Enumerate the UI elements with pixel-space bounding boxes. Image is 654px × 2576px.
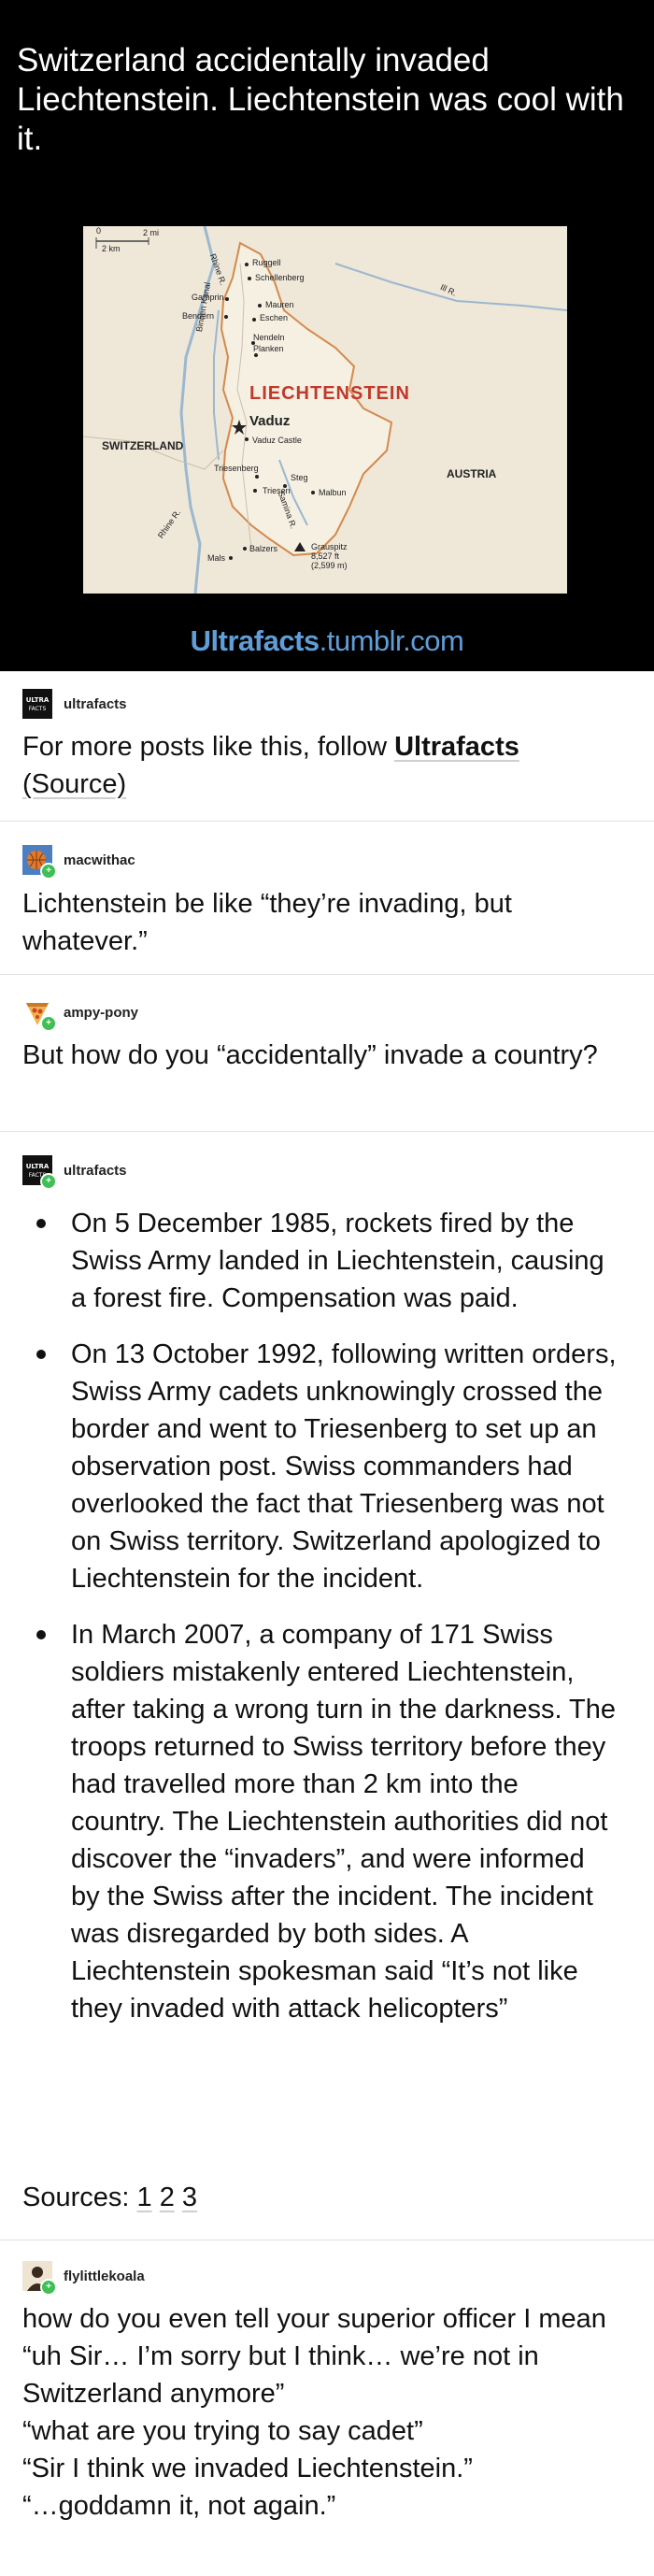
town-label: Malbun — [319, 488, 347, 497]
svg-text:ULTRA: ULTRA — [26, 1163, 50, 1170]
town-label: Ruggell — [252, 258, 281, 267]
sources-line: Sources: 1 2 3 — [22, 2179, 630, 2216]
follow-badge-icon: + — [40, 1015, 57, 1032]
username[interactable]: macwithac — [64, 852, 135, 868]
source-link-2[interactable]: 2 — [160, 2182, 175, 2212]
post-user[interactable]: + flylittlekoala — [22, 2261, 145, 2296]
username[interactable]: ultrafacts — [64, 696, 127, 712]
brand-bold: Ultrafacts — [190, 624, 320, 657]
follow-badge-icon: + — [40, 2279, 57, 2296]
rhine-river — [179, 226, 216, 594]
reblog-post: + ampy-pony But how do you “accidentally… — [0, 974, 654, 1132]
list-item: On 13 October 1992, following written or… — [0, 1336, 645, 1597]
post-user[interactable]: ULTRA FACTS ultrafacts — [22, 689, 127, 719]
list-item: On 5 December 1985, rockets fired by the… — [0, 1205, 645, 1317]
text-line: how do you even tell your superior offic… — [22, 2304, 606, 2334]
map-graphic — [83, 226, 567, 594]
text-line: “uh Sir… I’m sorry but I think… we’re no… — [22, 2341, 539, 2409]
basketball-avatar-icon[interactable]: + — [22, 845, 57, 880]
brand-watermark: Ultrafacts.tumblr.com — [0, 624, 654, 658]
town-label: Mauren — [265, 300, 294, 309]
person-avatar-icon[interactable]: + — [22, 2261, 57, 2296]
reblog-post: + macwithac Lichtenstein be like “they’r… — [0, 821, 654, 975]
peak-height-alt: (2,599 m) — [311, 561, 348, 570]
post-user[interactable]: ULTRA FACTS + ultrafacts — [22, 1155, 127, 1190]
post-user[interactable]: + ampy-pony — [22, 997, 138, 1032]
country-label: LIECHTENSTEIN — [249, 383, 410, 404]
source-link[interactable]: (Source) — [22, 769, 126, 799]
reblog-post: + flylittlekoala how do you even tell yo… — [0, 2240, 654, 2576]
ultrafacts-logo-icon[interactable]: ULTRA FACTS + — [22, 1155, 57, 1190]
pizza-avatar-icon[interactable]: + — [22, 997, 57, 1032]
bullet-icon — [36, 1630, 46, 1639]
switzerland-label: SWITZERLAND — [102, 439, 184, 452]
scale-zero: 0 — [96, 226, 102, 236]
username[interactable]: ampy-pony — [64, 1005, 138, 1021]
town-label: Planken — [253, 344, 284, 353]
peak-label: Grauspitz — [311, 542, 348, 551]
town-label: Triesenberg — [214, 464, 259, 473]
post-text-prefix: For more posts like this, follow — [22, 732, 395, 762]
fact-text: On 13 October 1992, following written or… — [71, 1339, 617, 1594]
post-text: But how do you “accidentally” invade a c… — [22, 1040, 598, 1070]
sources-label: Sources: — [22, 2182, 130, 2212]
town-label: Mals — [207, 553, 226, 563]
post-text: how do you even tell your superior offic… — [22, 2300, 630, 2525]
facts-list: On 5 December 1985, rockets fired by the… — [0, 1205, 645, 2046]
capital-label: Vaduz — [249, 413, 291, 429]
liechtenstein-map: 0 2 mi 2 km Ruggell Schellenberg Gamprin… — [83, 226, 567, 594]
scale-km: 2 km — [102, 244, 121, 253]
reblog-post: ULTRA FACTS + ultrafacts On 5 December 19… — [0, 1131, 654, 2240]
town-label: Balzers — [249, 544, 278, 553]
follow-badge-icon: + — [40, 1173, 57, 1190]
username[interactable]: flylittlekoala — [64, 2268, 145, 2284]
username[interactable]: ultrafacts — [64, 1163, 127, 1179]
text-line: “…goddamn it, not again.” — [22, 2491, 336, 2521]
source-link-3[interactable]: 3 — [182, 2182, 197, 2212]
bullet-icon — [36, 1219, 46, 1228]
town-label: Nendeln — [253, 333, 285, 342]
brand-rest: .tumblr.com — [319, 624, 464, 657]
post-text: Lichtenstein be like “they’re invading, … — [22, 889, 512, 956]
svg-text:ULTRA: ULTRA — [26, 696, 50, 704]
town-label: Eschen — [260, 313, 289, 322]
header-image: Switzerland accidentally invaded Liechte… — [0, 0, 654, 671]
reblog-post: ULTRA FACTS ultrafacts For more posts lik… — [0, 671, 654, 822]
austria-label: AUSTRIA — [447, 467, 497, 480]
follow-badge-icon: + — [40, 863, 57, 880]
text-line: “Sir I think we invaded Liechtenstein.” — [22, 2454, 473, 2483]
source-link-1[interactable]: 1 — [137, 2182, 152, 2212]
fact-text: In March 2007, a company of 171 Swiss so… — [71, 1620, 617, 2024]
town-label: Steg — [291, 473, 308, 482]
list-item: In March 2007, a company of 171 Swiss so… — [0, 1616, 645, 2027]
post-image-title: Switzerland accidentally invaded Liechte… — [17, 42, 624, 157]
town-label: Vaduz Castle — [252, 436, 302, 445]
text-line: “what are you trying to say cadet” — [22, 2416, 423, 2446]
svg-text:FACTS: FACTS — [29, 706, 47, 712]
scale-mi: 2 mi — [143, 228, 160, 237]
ultrafacts-logo-icon[interactable]: ULTRA FACTS — [22, 689, 52, 719]
bullet-icon — [36, 1350, 46, 1359]
post-text: For more posts like this, follow Ultrafa… — [22, 728, 630, 803]
follow-link[interactable]: Ultrafacts — [394, 732, 519, 762]
town-label: Schellenberg — [255, 273, 305, 282]
post-user[interactable]: + macwithac — [22, 845, 135, 880]
binnen-canal — [213, 309, 220, 461]
peak-height: 8,527 ft — [311, 551, 340, 561]
fact-text: On 5 December 1985, rockets fired by the… — [71, 1209, 604, 1313]
